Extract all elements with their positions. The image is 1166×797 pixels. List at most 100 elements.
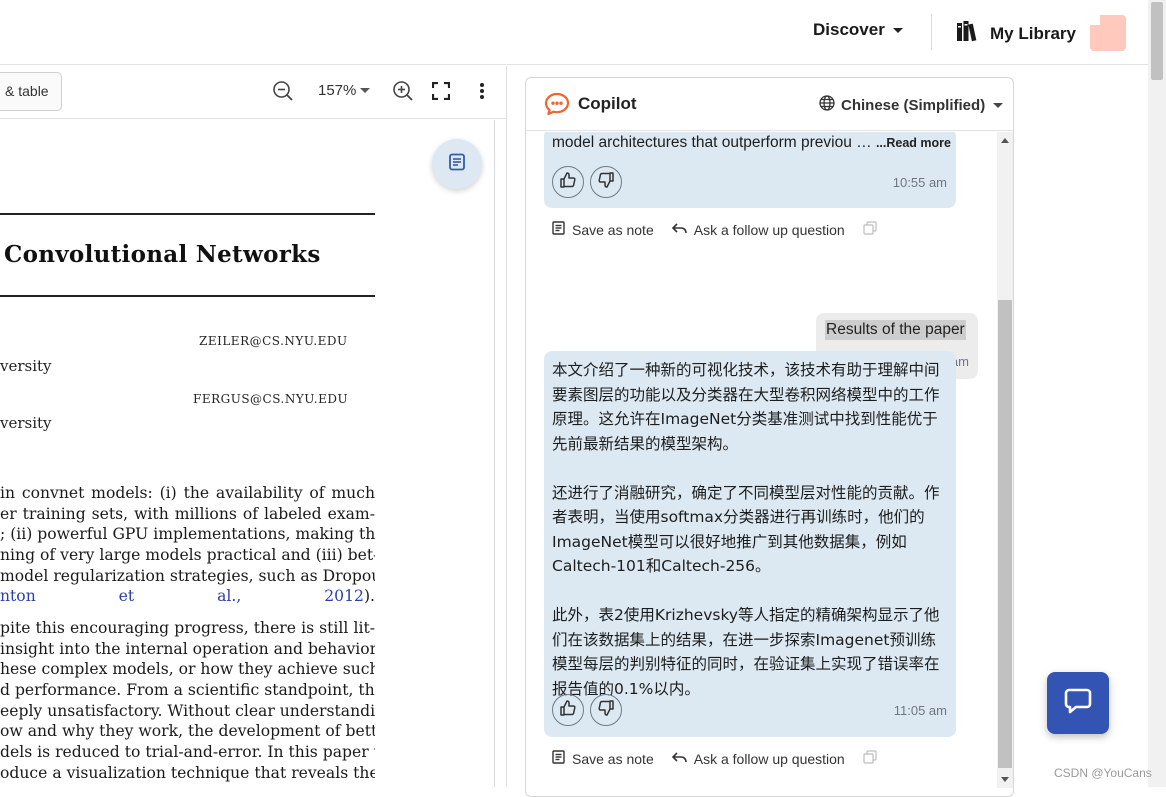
discover-menu[interactable]: Discover bbox=[813, 20, 903, 40]
copilot-header: Copilot Chinese (Simplified) bbox=[526, 78, 1013, 131]
my-library-link[interactable]: My Library bbox=[956, 20, 1076, 47]
author-email-1: ZEILER@CS.NYU.EDU bbox=[199, 334, 348, 348]
top-navigation-bar: Discover My Library bbox=[0, 0, 1148, 65]
ask-follow-up-button[interactable]: Ask a follow up question bbox=[671, 221, 845, 238]
read-more-label: Read more bbox=[886, 136, 951, 150]
author-affiliation-1: versity bbox=[0, 357, 52, 375]
paper-line: oduce a visualization technique that rev… bbox=[0, 763, 375, 782]
chevron-down-icon bbox=[360, 88, 371, 93]
chat-bubble-icon bbox=[1064, 688, 1092, 719]
paper-line: er training sets, with millions of label… bbox=[0, 504, 375, 523]
zoom-level-value: 157% bbox=[318, 82, 357, 99]
ai-paragraph: 本文介绍了一种新的可视化技术，该技术有助于理解中间要素图层的功能以及分类器在大型… bbox=[552, 361, 940, 453]
author-affiliation-2: versity bbox=[0, 414, 52, 432]
copilot-chat-area: model architectures that outperform prev… bbox=[526, 132, 996, 796]
ai-message-bubble: model architectures that outperform prev… bbox=[544, 132, 956, 208]
user-message-text: Results of the paper bbox=[825, 320, 966, 340]
paper-paragraph-1: in convnet models: (i) the availability … bbox=[0, 483, 375, 607]
paper-title: Convolutional Networks bbox=[4, 241, 321, 268]
ai-message-bubble: 本文介绍了一种新的可视化技术，该技术有助于理解中间要素图层的功能以及分类器在大型… bbox=[544, 351, 956, 737]
pdf-toolbar: & table 157% bbox=[0, 66, 507, 119]
ask-follow-up-label: Ask a follow up question bbox=[693, 750, 845, 767]
message-actions: Save as note Ask a follow up question bbox=[552, 750, 877, 767]
save-as-note-label: Save as note bbox=[572, 750, 654, 767]
thumbs-up-icon bbox=[559, 171, 577, 194]
feedback-buttons bbox=[552, 694, 622, 726]
paper-line: dels is reduced to trial-and-error. In t… bbox=[0, 743, 375, 762]
my-library-label: My Library bbox=[990, 23, 1076, 43]
globe-icon bbox=[819, 95, 835, 115]
more-options-icon[interactable] bbox=[470, 79, 494, 103]
copy-icon[interactable] bbox=[863, 750, 877, 767]
ai-message-text: model architectures that outperform prev… bbox=[552, 134, 951, 152]
read-more-link[interactable]: ...Read more bbox=[876, 136, 951, 150]
user-avatar[interactable] bbox=[1090, 15, 1126, 51]
chat-support-button[interactable] bbox=[1047, 672, 1109, 734]
paper-line: hese complex models, or how they achieve… bbox=[0, 660, 375, 679]
paper-paragraph-2: pite this encouraging progress, there is… bbox=[0, 618, 375, 784]
library-books-icon bbox=[956, 20, 980, 47]
ask-follow-up-label: Ask a follow up question bbox=[693, 221, 845, 238]
thumbs-down-button[interactable] bbox=[590, 694, 622, 726]
copilot-scrollbar-thumb[interactable] bbox=[998, 300, 1012, 768]
page-scrollbar[interactable] bbox=[1148, 0, 1166, 787]
feedback-buttons bbox=[552, 166, 622, 198]
page-scrollbar-thumb[interactable] bbox=[1151, 2, 1163, 80]
save-as-note-button[interactable]: Save as note bbox=[552, 221, 654, 238]
language-label: Chinese (Simplified) bbox=[841, 96, 986, 114]
chevron-down-icon bbox=[993, 102, 1004, 108]
note-icon bbox=[448, 153, 466, 175]
zoom-level-select[interactable]: 157% bbox=[318, 82, 371, 99]
copilot-scrollbar[interactable] bbox=[997, 132, 1013, 788]
discover-label: Discover bbox=[813, 20, 885, 39]
author-email-2: FERGUS@CS.NYU.EDU bbox=[193, 392, 349, 406]
chevron-down-icon bbox=[892, 27, 903, 33]
paper-citation-link[interactable]: nton et al., 2012 bbox=[0, 587, 364, 605]
paper-line: d performance. From a scientific standpo… bbox=[0, 681, 375, 700]
pdf-viewer: Convolutional Networks ZEILER@CS.NYU.EDU… bbox=[0, 120, 494, 787]
ai-paragraph: 此外，表2使用Krizhevsky等人指定的精确架构显示了他们在该数据集上的结果… bbox=[552, 606, 940, 698]
message-actions: Save as note Ask a follow up question bbox=[552, 221, 877, 238]
header-divider bbox=[931, 14, 932, 50]
language-select[interactable]: Chinese (Simplified) bbox=[819, 95, 1004, 115]
ai-message-snippet: model architectures that outperform prev… bbox=[552, 134, 872, 151]
save-as-note-label: Save as note bbox=[572, 221, 654, 238]
paper-line: model regularization strategies, such as… bbox=[0, 566, 375, 585]
paper-line: pite this encouraging progress, there is… bbox=[0, 619, 375, 637]
notes-button[interactable] bbox=[432, 139, 482, 189]
copilot-panel: Copilot Chinese (Simplified) model archi… bbox=[525, 77, 1014, 797]
thumbs-up-button[interactable] bbox=[552, 694, 584, 726]
paper-line: ow and why they work, the development of… bbox=[0, 722, 375, 741]
copy-icon[interactable] bbox=[863, 221, 877, 238]
pane-divider bbox=[506, 66, 507, 787]
figures-tables-tab[interactable]: & table bbox=[0, 72, 62, 111]
message-timestamp: 10:55 am bbox=[892, 175, 947, 190]
zoom-in-icon[interactable] bbox=[391, 79, 415, 103]
thumbs-down-icon bbox=[597, 171, 615, 194]
note-icon bbox=[552, 750, 565, 767]
fullscreen-icon[interactable] bbox=[429, 79, 453, 103]
thumbs-down-icon bbox=[597, 699, 615, 722]
thumbs-down-button[interactable] bbox=[590, 166, 622, 198]
paper-line: eeply unsatisfactory. Without clear unde… bbox=[0, 701, 375, 720]
ask-follow-up-button[interactable]: Ask a follow up question bbox=[671, 750, 845, 767]
paper-line: nton et al., 2012). bbox=[0, 586, 375, 607]
paper-line: ning of very large models practical and … bbox=[0, 546, 375, 565]
title-rule-top bbox=[0, 213, 375, 215]
zoom-out-icon[interactable] bbox=[271, 79, 295, 103]
note-icon bbox=[552, 221, 565, 238]
scroll-up-arrow-icon[interactable] bbox=[1001, 138, 1009, 143]
copilot-logo-icon bbox=[544, 92, 570, 121]
thumbs-up-icon bbox=[559, 699, 577, 722]
thumbs-up-button[interactable] bbox=[552, 166, 584, 198]
save-as-note-button[interactable]: Save as note bbox=[552, 750, 654, 767]
paper-line: ; (ii) powerful GPU implementations, mak… bbox=[0, 525, 375, 544]
paper-line: in convnet models: (i) the availability … bbox=[0, 484, 375, 502]
watermark-text: CSDN @YouCans bbox=[1054, 766, 1152, 780]
copilot-title: Copilot bbox=[578, 94, 637, 113]
scroll-down-arrow-icon[interactable] bbox=[1001, 777, 1009, 782]
ai-message-text: 本文介绍了一种新的可视化技术，该技术有助于理解中间要素图层的功能以及分类器在大型… bbox=[544, 351, 956, 701]
title-rule-bottom bbox=[0, 295, 375, 297]
message-timestamp: 11:05 am bbox=[893, 703, 947, 718]
ai-paragraph: 还进行了消融研究，确定了不同模型层对性能的贡献。作者表明，当使用softmax分… bbox=[552, 483, 940, 576]
